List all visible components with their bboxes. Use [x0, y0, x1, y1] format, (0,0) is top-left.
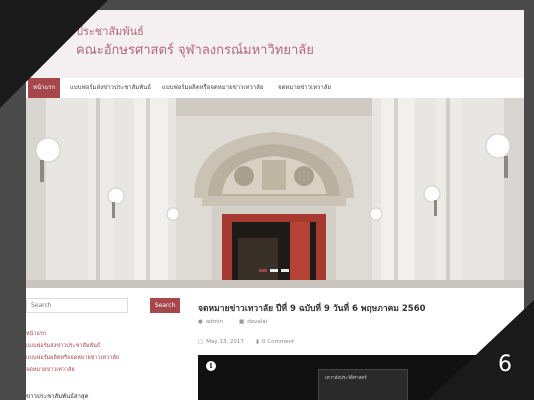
slider-dot[interactable] [259, 269, 267, 272]
post-comments-text: 0 Comment [262, 339, 295, 345]
nav-item-newsletter[interactable]: จดหมายข่าวเทวาลัย [278, 78, 331, 98]
post-category[interactable]: ■ devalai [239, 319, 267, 325]
search-input[interactable] [26, 298, 128, 313]
post-author-name: admin [205, 319, 224, 325]
user-icon: ● [198, 319, 203, 325]
post-author[interactable]: ● admin [198, 319, 223, 325]
site-subtitle: คณะอักษรศาสตร์ จุฬาลงกรณ์มหาวิทยาลัย [76, 43, 314, 58]
slider-dot[interactable] [270, 269, 278, 272]
post-date: □ May 13, 2017 [198, 339, 244, 345]
sidebar-link-newsletter-form[interactable]: แบบฟอร์มผลิตหรือจดหมายข่าวเทวาลัย [26, 354, 119, 362]
sidebar-heading: ข่าวประชาสัมพันธ์ล่าสุด [26, 393, 89, 400]
post-title[interactable]: จดหมายข่าวเทวาลัย ปีที่ 9 ฉบับที่ 9 วันท… [198, 301, 426, 315]
calendar-icon: □ [198, 339, 204, 345]
slide-number: 6 [498, 352, 512, 377]
search-button[interactable]: Search [150, 298, 180, 313]
nav-item-newsletter-form[interactable]: แบบฟอร์มผลิตหรือจดหมายข่าวเทวาลัย [162, 78, 263, 98]
slider-dot[interactable] [281, 269, 289, 272]
corner-decoration [0, 0, 108, 108]
video-thumbnail: เทวาลัยประวัติศาสตร์ [318, 369, 408, 400]
post-date-text: May 13, 2017 [206, 339, 244, 345]
video-thumb-text: เทวาลัยประวัติศาสตร์ [325, 376, 367, 381]
post-category-name: devalai [247, 319, 268, 325]
info-icon[interactable]: i [206, 361, 216, 371]
comment-icon: ▮ [256, 339, 260, 345]
hero-image [26, 98, 524, 288]
folder-icon: ■ [239, 319, 245, 325]
sidebar-link-home[interactable]: หน้าแรก [26, 330, 46, 338]
corner-decoration [428, 300, 534, 400]
sidebar-link-newsletter[interactable]: จดหมายข่าวเทวาลัย [26, 366, 75, 374]
hero-slider[interactable] [26, 98, 524, 288]
post-comments[interactable]: ▮ 0 Comment [256, 339, 294, 345]
sidebar-link-news-form[interactable]: แบบฟอร์มส่งข่าวประชาสัมพันธ์ [26, 342, 100, 350]
